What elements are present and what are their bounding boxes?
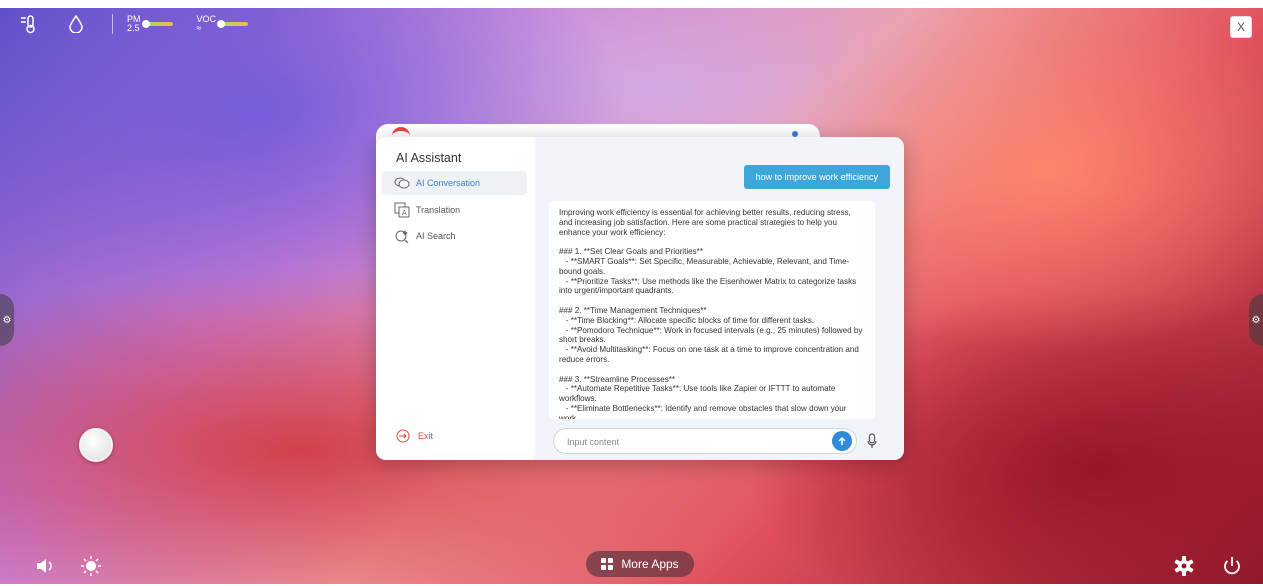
send-button[interactable] bbox=[832, 431, 852, 451]
more-apps-button[interactable]: More Apps bbox=[586, 551, 694, 577]
settings-icon[interactable] bbox=[1173, 555, 1195, 577]
translate-icon: A bbox=[394, 202, 410, 218]
thermometer-icon[interactable] bbox=[16, 12, 40, 36]
power-icon[interactable] bbox=[1221, 555, 1243, 577]
menu-item-ai-conversation[interactable]: AI Conversation bbox=[382, 171, 527, 195]
chat-input-box[interactable] bbox=[553, 428, 857, 454]
pm25-level-bar bbox=[141, 20, 173, 28]
left-handle-gear-icon: ⚙ bbox=[2, 314, 12, 326]
exit-button[interactable]: Exit bbox=[396, 429, 433, 443]
chat-panel: how to improve work efficiency Improving… bbox=[535, 137, 904, 460]
status-bar: PM 2.5 VOC ≈ bbox=[16, 12, 272, 36]
status-divider bbox=[112, 14, 113, 34]
exit-icon bbox=[396, 429, 410, 443]
brightness-icon[interactable] bbox=[80, 555, 102, 577]
user-message-bubble: how to improve work efficiency bbox=[743, 165, 890, 189]
bottom-right-controls bbox=[1147, 555, 1243, 577]
pm25-sensor[interactable]: PM 2.5 bbox=[127, 15, 173, 33]
voc-sensor[interactable]: VOC ≈ bbox=[197, 15, 249, 33]
right-handle-gear-icon: ⚙ bbox=[1251, 314, 1261, 326]
humidity-icon[interactable] bbox=[64, 12, 88, 36]
pm-value-label: 2.5 bbox=[127, 23, 140, 33]
menu-item-ai-search[interactable]: AI Search bbox=[382, 224, 527, 248]
exit-label: Exit bbox=[418, 431, 434, 441]
bottom-left-controls bbox=[34, 555, 126, 577]
voc-level-bar bbox=[217, 20, 249, 28]
assistant-title: AI Assistant bbox=[396, 151, 462, 165]
assistant-sidebar: AI Assistant AI Conversation A Translati… bbox=[376, 137, 534, 460]
voc-wave-icon: ≈ bbox=[196, 23, 202, 33]
chat-bubbles-icon bbox=[394, 175, 410, 191]
chat-input[interactable] bbox=[565, 434, 819, 450]
menu-item-label: AI Conversation bbox=[416, 178, 481, 188]
menu-item-label: Translation bbox=[416, 205, 461, 215]
top-frame bbox=[0, 0, 1263, 8]
microphone-icon[interactable] bbox=[865, 432, 879, 450]
voc-label: VOC ≈ bbox=[197, 15, 217, 33]
menu-item-label: AI Search bbox=[416, 231, 456, 241]
send-arrow-icon bbox=[838, 436, 846, 445]
ai-search-icon bbox=[394, 228, 410, 244]
right-side-handle[interactable]: ⚙ bbox=[1249, 294, 1263, 346]
close-button[interactable]: X bbox=[1230, 16, 1252, 38]
ai-assistant-dialog: AI Assistant AI Conversation A Translati… bbox=[376, 137, 904, 460]
svg-text:A: A bbox=[402, 210, 407, 217]
floating-assistive-ball[interactable] bbox=[79, 428, 113, 462]
volume-icon[interactable] bbox=[34, 555, 56, 577]
menu-item-translation[interactable]: A Translation bbox=[382, 198, 527, 222]
ai-response-bubble[interactable]: Improving work efficiency is essential f… bbox=[549, 201, 875, 419]
pm25-label: PM 2.5 bbox=[127, 15, 141, 33]
left-side-handle[interactable]: ⚙ bbox=[0, 294, 14, 346]
apps-grid-icon bbox=[601, 558, 614, 570]
more-apps-label: More Apps bbox=[621, 557, 679, 571]
